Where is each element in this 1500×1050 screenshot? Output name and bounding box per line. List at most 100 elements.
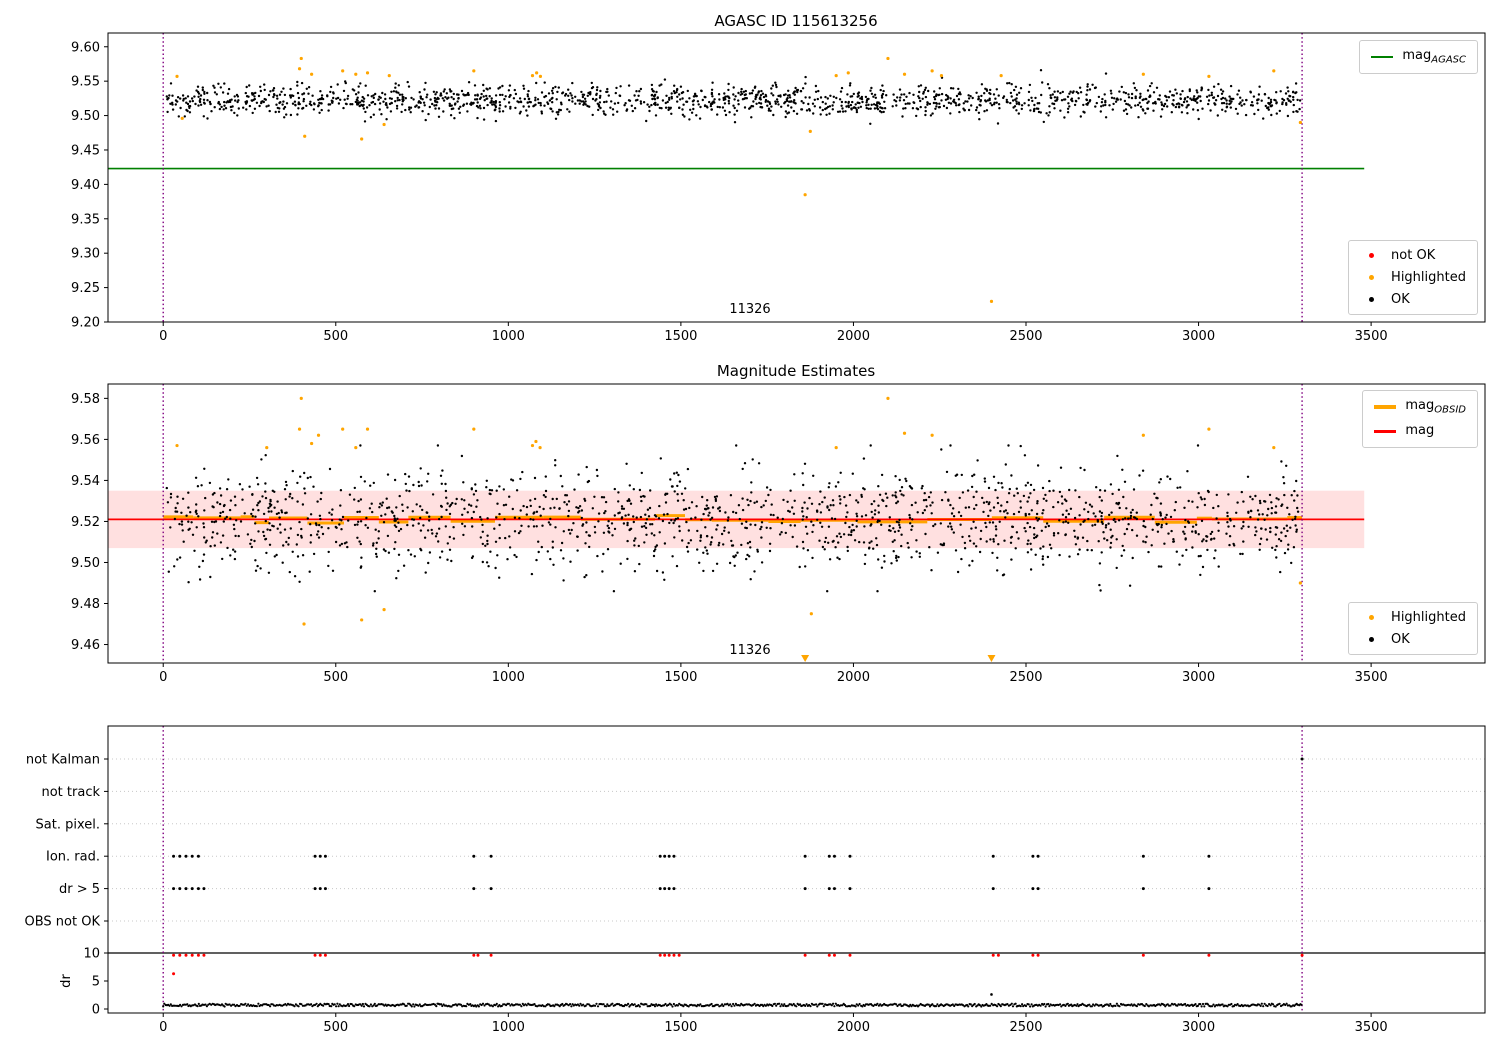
x-axis-ticks: 0 500 1000 1500 2000 2500 3000 3500 (159, 322, 1388, 344)
svg-text:500: 500 (323, 670, 348, 685)
plot1-title: AGASC ID 115613256 (714, 12, 878, 30)
svg-text:10: 10 (83, 947, 100, 962)
legend-entry-mag-agasc: magAGASC (1371, 48, 1466, 66)
svg-text:9.40: 9.40 (71, 178, 100, 193)
legend-entry-ok: OK (1360, 632, 1466, 647)
legend-label: mag (1405, 422, 1435, 438)
mag-obsid-line-swatch (1374, 404, 1397, 409)
svg-text:2000: 2000 (837, 1020, 870, 1035)
svg-text:1500: 1500 (664, 329, 697, 344)
legend-label: OK (1391, 632, 1410, 647)
flag-category-ticks: not Kalman not track Sat. pixel. Ion. rad. d… (25, 753, 108, 930)
svg-text:OBS not OK: OBS not OK (25, 915, 101, 930)
svg-text:9.50: 9.50 (71, 109, 100, 124)
legend-label: Highlighted (1391, 270, 1466, 285)
svg-text:Sat. pixel.: Sat. pixel. (36, 817, 100, 832)
svg-text:9.35: 9.35 (71, 212, 100, 227)
plot1-obsid-annotation: 11326 (729, 302, 771, 317)
x-axis-ticks: 0 500 1000 1500 2000 2500 3000 3500 (159, 1013, 1388, 1035)
svg-text:9.56: 9.56 (71, 433, 100, 448)
not-kalman-points (1300, 757, 1304, 761)
svg-text:1500: 1500 (664, 670, 697, 685)
legend-entry-highlighted: Highlighted (1360, 610, 1466, 625)
plot2-offscale-triangles (801, 655, 996, 662)
svg-text:0: 0 (159, 670, 167, 685)
svg-text:3000: 3000 (1182, 670, 1215, 685)
dr-axis-ticks: 0 5 10 (83, 947, 108, 1018)
svg-text:9.60: 9.60 (71, 40, 100, 55)
svg-text:0: 0 (92, 1003, 100, 1018)
legend-label: Highlighted (1391, 610, 1466, 625)
mag-agasc-line-swatch (1371, 55, 1394, 59)
figure-canvas: 0 500 1000 1500 2000 2500 3000 35009.209.259.30… (25, 32, 1486, 1035)
svg-text:9.55: 9.55 (71, 75, 100, 90)
legend-entry-highlighted: Highlighted (1360, 270, 1466, 285)
y-axis-ticks: 9.20 9.25 9.30 9.35 9.40 9.45 9.50 9.55 9.60 (71, 40, 108, 331)
svg-text:1000: 1000 (492, 670, 525, 685)
ok-dot-icon (1368, 637, 1374, 642)
plot2-title: Magnitude Estimates (716, 362, 876, 380)
svg-text:9.25: 9.25 (71, 281, 100, 296)
svg-text:1000: 1000 (492, 329, 525, 344)
svg-text:2500: 2500 (1009, 670, 1042, 685)
svg-text:dr > 5: dr > 5 (59, 882, 100, 897)
svg-text:3000: 3000 (1182, 329, 1215, 344)
svg-text:5: 5 (92, 975, 100, 990)
svg-text:not track: not track (41, 785, 100, 800)
svg-text:9.48: 9.48 (71, 597, 100, 612)
svg-text:3000: 3000 (1182, 1020, 1215, 1035)
svg-text:2500: 2500 (1009, 329, 1042, 344)
svg-text:9.45: 9.45 (71, 143, 100, 158)
svg-text:0: 0 (159, 329, 167, 344)
svg-text:2000: 2000 (837, 329, 870, 344)
legend-label: OK (1391, 292, 1410, 307)
highlighted-dot-icon (1368, 615, 1374, 620)
not-ok-dot-icon (1368, 253, 1374, 258)
svg-text:9.52: 9.52 (71, 515, 100, 530)
dr-outlier-points (990, 993, 993, 996)
plot1-ok-points (165, 69, 1302, 126)
dr-clipped-red-points (172, 953, 1304, 976)
svg-text:not Kalman: not Kalman (26, 753, 100, 768)
svg-text:9.20: 9.20 (71, 316, 100, 331)
legend-label: not OK (1391, 248, 1436, 263)
legend-entry-mag: mag (1374, 423, 1466, 441)
svg-text:3500: 3500 (1355, 1020, 1388, 1035)
highlighted-dot-icon (1368, 275, 1374, 280)
obsid-range-vlines (162, 726, 1303, 1013)
svg-text:9.58: 9.58 (71, 392, 100, 407)
svg-text:500: 500 (323, 1020, 348, 1035)
svg-text:500: 500 (323, 329, 348, 344)
dr-axis-label: dr (59, 974, 74, 988)
svg-text:3500: 3500 (1355, 329, 1388, 344)
plot1-frame (107, 32, 1486, 323)
svg-text:0: 0 (159, 1020, 167, 1035)
plot3-frame (107, 725, 1486, 1014)
ion-rad-points (172, 854, 1211, 858)
dr-baseline-points (162, 1002, 1303, 1008)
plot1-line-legend: magAGASC (1359, 40, 1478, 74)
legend-entry-ok: OK (1360, 292, 1466, 307)
mag-line-swatch (1374, 430, 1397, 433)
svg-text:9.30: 9.30 (71, 247, 100, 262)
svg-text:Ion. rad.: Ion. rad. (46, 850, 100, 865)
svg-text:2000: 2000 (837, 670, 870, 685)
y-axis-ticks: 9.46 9.48 9.50 9.52 9.54 9.56 9.58 (71, 392, 108, 653)
obsid-range-vlines (162, 33, 1303, 322)
svg-text:1500: 1500 (664, 1020, 697, 1035)
svg-text:9.50: 9.50 (71, 556, 100, 571)
plot2-line-legend: magOBSID mag (1362, 390, 1478, 449)
plot2-obsid-annotation: 11326 (729, 643, 771, 658)
svg-text:9.46: 9.46 (71, 638, 100, 653)
legend-entry-mag-obsid: magOBSID (1374, 398, 1466, 416)
svg-text:9.54: 9.54 (71, 474, 100, 489)
figure-page: 0 500 1000 1500 2000 2500 3000 3500 9.20 9.25 9.30… (0, 0, 1500, 1050)
plot1-point-legend: not OK Highlighted OK (1348, 240, 1478, 315)
ok-dot-icon (1368, 297, 1374, 302)
legend-entry-not-ok: not OK (1360, 248, 1466, 263)
x-axis-ticks: 0 500 1000 1500 2000 2500 3000 3500 (159, 663, 1388, 685)
legend-label: magAGASC (1402, 48, 1466, 66)
dr5-points (172, 887, 1211, 891)
legend-label: magOBSID (1405, 398, 1466, 416)
svg-text:1000: 1000 (492, 1020, 525, 1035)
